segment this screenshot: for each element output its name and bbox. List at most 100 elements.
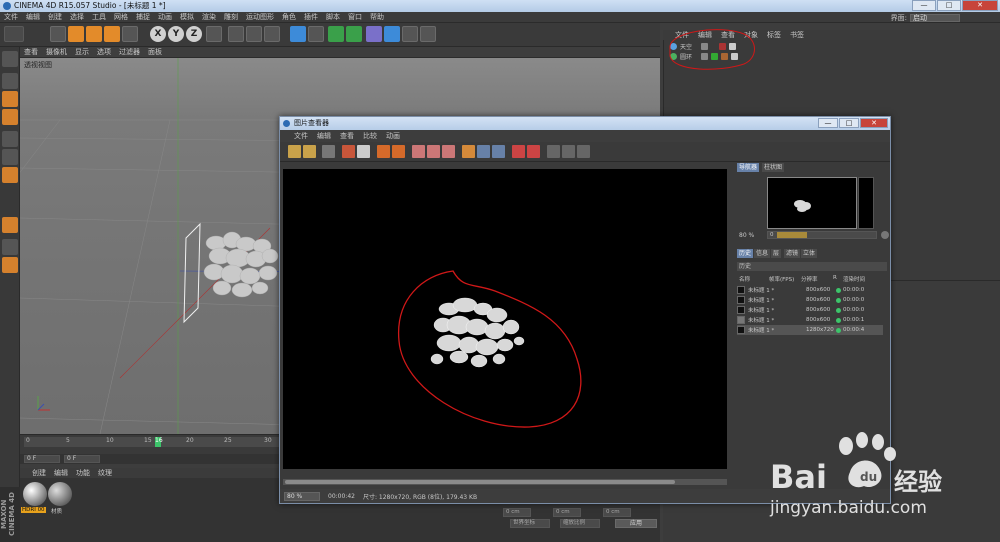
zoom-icon[interactable] [577,145,590,158]
tab-info[interactable]: 信息 [754,249,771,258]
material-default-preview[interactable] [48,482,72,506]
full-size-icon[interactable] [562,145,575,158]
current-frame-field[interactable]: 0 F [64,455,100,463]
vp-menu-options[interactable]: 选项 [97,47,111,57]
recent-tools-icon[interactable] [122,26,138,42]
channel-g-icon[interactable] [427,145,440,158]
tab-layers[interactable]: 层 [771,249,782,258]
save-file-icon[interactable] [303,145,316,158]
menu-character[interactable]: 角色 [282,12,296,22]
channel-b-icon[interactable] [442,145,455,158]
menu-mesh[interactable]: 网格 [114,12,128,22]
tab-history[interactable]: 历史 [737,249,754,258]
scale-tool-icon[interactable] [86,26,102,42]
om-menu-tags[interactable]: 标签 [767,30,781,40]
navigator-preview[interactable] [767,177,857,229]
pv-menu-compare[interactable]: 比较 [363,131,377,141]
scale-mode-select[interactable]: 缩放比例 [560,519,600,528]
coord-x-field[interactable]: 0 cm [503,508,531,517]
rotate-tool-icon[interactable] [104,26,120,42]
texture-mode-icon[interactable] [2,91,18,107]
split-view-icon[interactable] [477,145,490,158]
menu-file[interactable]: 文件 [4,12,18,22]
render-settings-icon[interactable] [264,26,280,42]
pv-menu-file[interactable]: 文件 [294,131,308,141]
material-hdri-preview[interactable] [23,482,47,506]
picture-viewer-canvas[interactable] [283,169,727,469]
model-mode-icon[interactable] [2,73,18,89]
stop-render-icon[interactable] [357,145,370,158]
scene-objects[interactable] [203,231,279,298]
pv-minimize-button[interactable]: — [818,118,838,128]
menu-plugins[interactable]: 插件 [304,12,318,22]
difference-b-icon[interactable] [527,145,540,158]
menu-select[interactable]: 选择 [70,12,84,22]
close-button[interactable]: ✕ [962,0,998,11]
menu-window[interactable]: 窗口 [348,12,362,22]
canvas-horizontal-scrollbar[interactable] [283,479,727,485]
fit-icon[interactable] [547,145,560,158]
coord-z-field[interactable]: 0 cm [603,508,631,517]
menu-tools[interactable]: 工具 [92,12,106,22]
coord-system-select[interactable]: 世界坐标 [510,519,550,528]
scrollbar-thumb[interactable] [285,480,675,484]
menu-help[interactable]: 帮助 [370,12,384,22]
grid-snap-icon[interactable] [2,239,18,255]
spline-pen-icon[interactable] [308,26,324,42]
camera-icon[interactable] [402,26,418,42]
vp-menu-panel[interactable]: 面板 [148,47,162,57]
z-axis-icon[interactable]: Z [186,26,202,42]
vp-menu-filter[interactable]: 过滤器 [119,47,140,57]
vp-menu-view[interactable]: 查看 [24,47,38,57]
tab-stereo[interactable]: 立体 [801,249,818,258]
menu-mograph[interactable]: 运动图形 [246,12,274,22]
zoom-reset-icon[interactable] [881,231,889,239]
light-icon[interactable] [420,26,436,42]
history-row[interactable]: 未标题 1 * 800x600 00:00:0 [737,295,883,305]
menu-sculpt[interactable]: 雕刻 [224,12,238,22]
workplane-icon[interactable] [2,109,18,125]
pv-close-button[interactable]: ✕ [860,118,888,128]
history-row[interactable]: 未标题 1 * 800x600 00:00:1 [737,315,883,325]
render-region-icon[interactable] [342,145,355,158]
undo-icon[interactable] [4,26,24,42]
coord-y-field[interactable]: 0 cm [553,508,581,517]
locked-workplane-icon[interactable] [2,257,18,273]
magnet-snap-icon[interactable] [2,217,18,233]
ab-compare-icon[interactable] [462,145,475,158]
array-icon[interactable] [346,26,362,42]
polygons-mode-icon[interactable] [2,167,18,183]
tab-histogram[interactable]: 柱状图 [762,163,785,172]
tab-filter[interactable]: 滤镜 [784,249,801,258]
start-frame-field[interactable]: 0 F [24,455,60,463]
difference-a-icon[interactable] [512,145,525,158]
pv-menu-edit[interactable]: 编辑 [317,131,331,141]
menu-edit[interactable]: 编辑 [26,12,40,22]
y-axis-icon[interactable]: Y [168,26,184,42]
mat-menu-create[interactable]: 创建 [32,468,46,478]
render-all-icon[interactable] [392,145,405,158]
menu-script[interactable]: 脚本 [326,12,340,22]
move-tool-icon[interactable] [68,26,84,42]
status-zoom-select[interactable]: 80 % [284,491,320,501]
minimize-button[interactable]: — [912,0,936,11]
menu-create[interactable]: 创建 [48,12,62,22]
select-arrow-icon[interactable] [50,26,66,42]
history-row-selected[interactable]: 未标题 1 * 1280x720 00:00:4 [737,325,883,335]
maximize-button[interactable]: □ [937,0,961,11]
mat-menu-function[interactable]: 功能 [76,468,90,478]
menu-render[interactable]: 渲染 [202,12,216,22]
edges-mode-icon[interactable] [2,149,18,165]
pv-menu-view[interactable]: 查看 [340,131,354,141]
apply-button[interactable]: 应用 [615,519,657,528]
om-menu-bookmarks[interactable]: 书签 [790,30,804,40]
pv-menu-animation[interactable]: 动画 [386,131,400,141]
render-view-icon[interactable] [228,26,244,42]
menu-simulate[interactable]: 模拟 [180,12,194,22]
pv-maximize-button[interactable]: □ [839,118,859,128]
history-row[interactable]: 未标题 1 * 800x600 00:00:0 [737,285,883,295]
points-mode-icon[interactable] [2,131,18,147]
menu-animate[interactable]: 动画 [158,12,172,22]
make-editable-icon[interactable] [2,51,18,67]
floor-icon[interactable] [384,26,400,42]
